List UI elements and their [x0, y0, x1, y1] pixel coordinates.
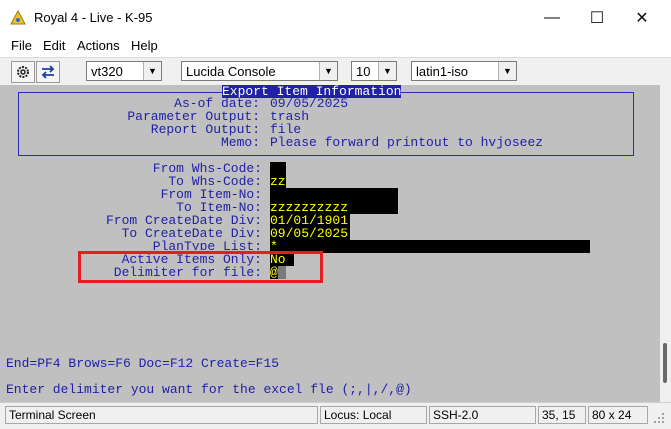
minimize-icon: — — [544, 9, 560, 26]
menu-edit[interactable]: Edit — [43, 38, 65, 53]
to-whs-code-field[interactable]: zz — [270, 175, 286, 188]
prompt-line: Enter delimiter you want for the excel f… — [6, 382, 412, 397]
connect-button[interactable] — [36, 61, 60, 83]
terminal-type-select[interactable]: vt320 ▼ — [86, 61, 162, 81]
title-bar: Royal 4 - Live - K-95 — ☐ ✕ — [0, 0, 671, 36]
status-cursor-position: 35, 15 — [538, 406, 586, 424]
status-screen: Terminal Screen — [5, 406, 318, 424]
menu-bar: File Edit Actions Help — [0, 36, 671, 56]
menu-help[interactable]: Help — [131, 38, 158, 53]
minimize-button[interactable]: — — [530, 4, 574, 32]
close-icon: ✕ — [635, 10, 649, 27]
charset-value: latin1-iso — [416, 64, 469, 79]
scrollbar-thumb[interactable] — [663, 343, 667, 383]
charset-select[interactable]: latin1-iso ▼ — [411, 61, 517, 81]
app-icon — [10, 10, 26, 25]
status-bar: Terminal Screen Locus: Local SSH-2.0 35,… — [0, 402, 671, 429]
chevron-down-icon: ▼ — [319, 62, 337, 80]
font-select[interactable]: Lucida Console ▼ — [181, 61, 338, 81]
vertical-scrollbar[interactable] — [660, 85, 671, 402]
chevron-down-icon: ▼ — [378, 62, 396, 80]
chevron-down-icon: ▼ — [143, 62, 161, 80]
memo-value: Please forward printout to hvjoseez — [270, 135, 544, 150]
resize-grip-icon[interactable] — [652, 411, 666, 425]
font-size-select[interactable]: 10 ▼ — [351, 61, 397, 81]
gear-icon — [17, 66, 29, 78]
transfer-arrows-icon — [41, 65, 55, 79]
plantype-list-label: PlanType List: — [152, 240, 262, 250]
window-title: Royal 4 - Live - K-95 — [34, 10, 153, 25]
to-createdate-field[interactable]: 09/05/2025 — [270, 227, 350, 240]
function-keys-line: End=PF4 Brows=F6 Doc=F12 Create=F15 — [6, 356, 280, 371]
terminal-type-value: vt320 — [91, 64, 123, 79]
terminal-screen[interactable]: Export Item Information As-of date: 09/0… — [0, 85, 660, 402]
highlight-box — [78, 251, 323, 283]
maximize-button[interactable]: ☐ — [575, 4, 619, 32]
status-locus: Locus: Local — [320, 406, 427, 424]
font-size-value: 10 — [356, 64, 371, 79]
status-terminal-size: 80 x 24 — [588, 406, 648, 424]
to-createdate-label: To CreateDate Div: — [121, 226, 262, 241]
status-protocol: SSH-2.0 — [429, 406, 536, 424]
memo-label: Memo: — [220, 135, 260, 150]
toolbar: vt320 ▼ Lucida Console ▼ 10 ▼ latin1-iso… — [0, 57, 671, 87]
close-button[interactable]: ✕ — [620, 4, 664, 32]
maximize-icon: ☐ — [589, 10, 605, 27]
font-value: Lucida Console — [186, 64, 276, 79]
chevron-down-icon: ▼ — [498, 62, 516, 80]
menu-actions[interactable]: Actions — [77, 38, 120, 53]
settings-button[interactable] — [11, 61, 35, 83]
menu-file[interactable]: File — [11, 38, 32, 53]
